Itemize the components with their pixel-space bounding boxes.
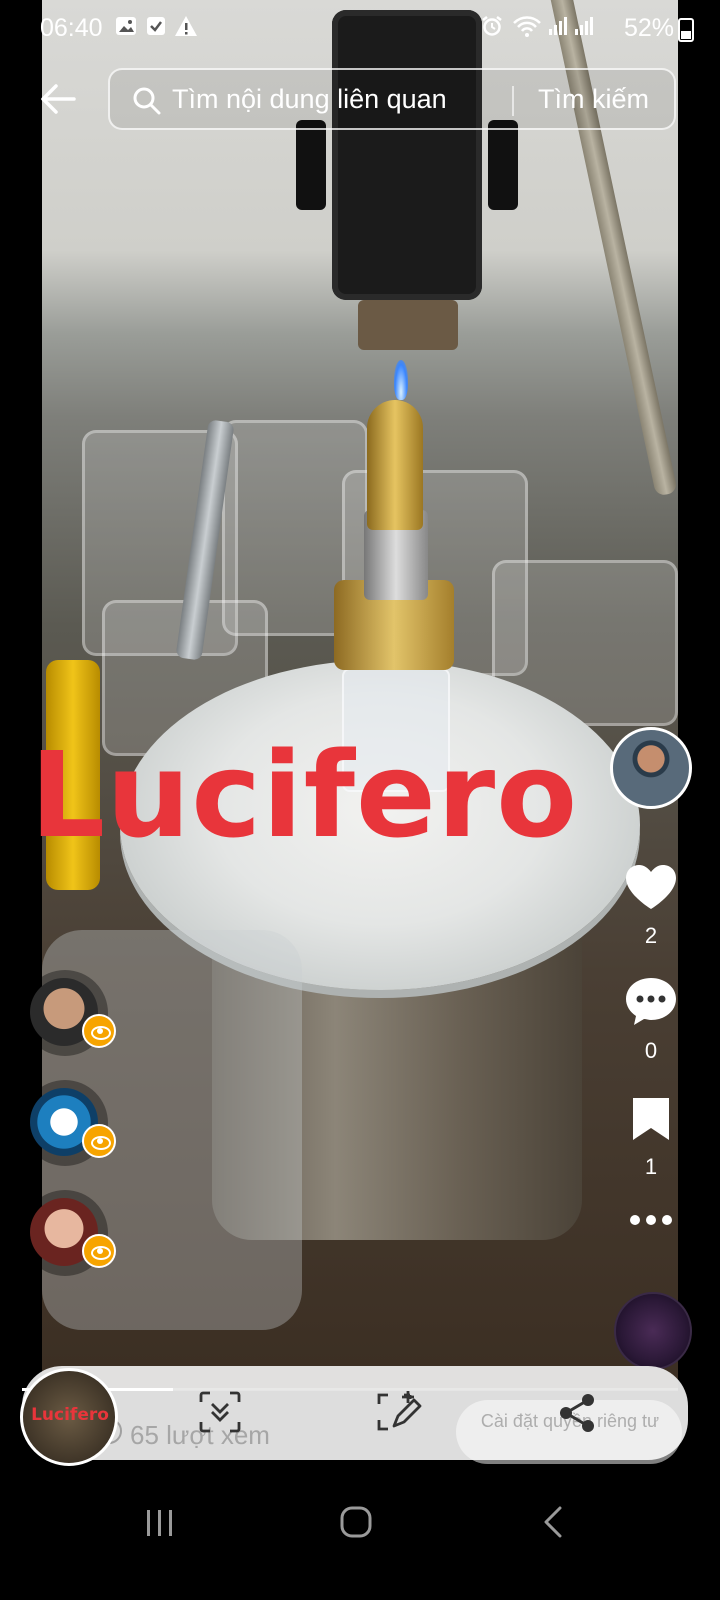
home-icon [340, 1506, 372, 1538]
more-button[interactable] [615, 1210, 687, 1235]
like-count: 2 [644, 923, 658, 948]
creator-avatar[interactable] [610, 727, 692, 809]
share-button[interactable] [556, 1392, 598, 1434]
video-thumbnail[interactable]: Lucifero [20, 1368, 118, 1466]
comment-icon [626, 978, 676, 1025]
recent-apps-icon [147, 1510, 172, 1536]
viewer-avatar[interactable] [22, 1080, 116, 1166]
viewer-avatar[interactable] [22, 970, 116, 1056]
alarm-icon [480, 15, 504, 39]
heart-icon [626, 865, 676, 909]
share-icon [560, 1394, 594, 1432]
status-time: 06:40 [40, 14, 103, 42]
video-overlay-text: Lucifero [30, 726, 579, 864]
video-torch-body [367, 400, 423, 530]
search-button[interactable]: Tìm kiếm [538, 84, 649, 115]
edit-button[interactable] [376, 1390, 424, 1434]
wifi-icon [512, 15, 541, 39]
signal-icon [546, 15, 570, 39]
recent-apps-button[interactable] [130, 1500, 190, 1544]
edit-frame-icon [377, 1391, 422, 1431]
search-icon [132, 86, 162, 121]
chevron-left-icon [544, 1506, 562, 1538]
eye-icon [82, 1124, 116, 1158]
home-button[interactable] [326, 1500, 386, 1544]
video-progress-bar[interactable] [22, 1388, 678, 1391]
search-divider [512, 86, 514, 116]
warning-icon [174, 15, 198, 39]
save-count: 1 [644, 1154, 658, 1179]
video-frame[interactable] [42, 0, 678, 1390]
comment-count: 0 [644, 1038, 658, 1063]
search-input[interactable]: Tìm nội dung liên quan [172, 84, 447, 115]
gallery-icon [114, 15, 138, 39]
bookmark-icon [633, 1098, 669, 1140]
video-flame [394, 360, 408, 400]
eye-icon [82, 1234, 116, 1268]
scan-button[interactable] [198, 1390, 242, 1434]
signal-icon [572, 15, 596, 39]
like-button[interactable]: 2 [615, 862, 687, 949]
battery-percent: 52% [623, 14, 674, 42]
scan-icon [199, 1391, 241, 1433]
battery-icon [678, 18, 694, 42]
back-button[interactable] [36, 76, 82, 122]
music-disc[interactable] [614, 1292, 692, 1370]
search-box[interactable]: Tìm nội dung liên quan Tìm kiếm [108, 68, 676, 130]
save-button[interactable]: 1 [615, 1095, 687, 1180]
thumbnail-label: Lucifero [31, 1405, 109, 1425]
eye-icon [82, 1014, 116, 1048]
back-arrow-icon [41, 84, 76, 114]
back-nav-button[interactable] [524, 1500, 584, 1544]
status-bar: 06:40 52% [0, 0, 720, 56]
more-dots-icon [630, 1215, 672, 1225]
comment-button[interactable]: 0 [615, 975, 687, 1064]
check-icon [144, 15, 168, 39]
viewer-avatar[interactable] [22, 1190, 116, 1276]
